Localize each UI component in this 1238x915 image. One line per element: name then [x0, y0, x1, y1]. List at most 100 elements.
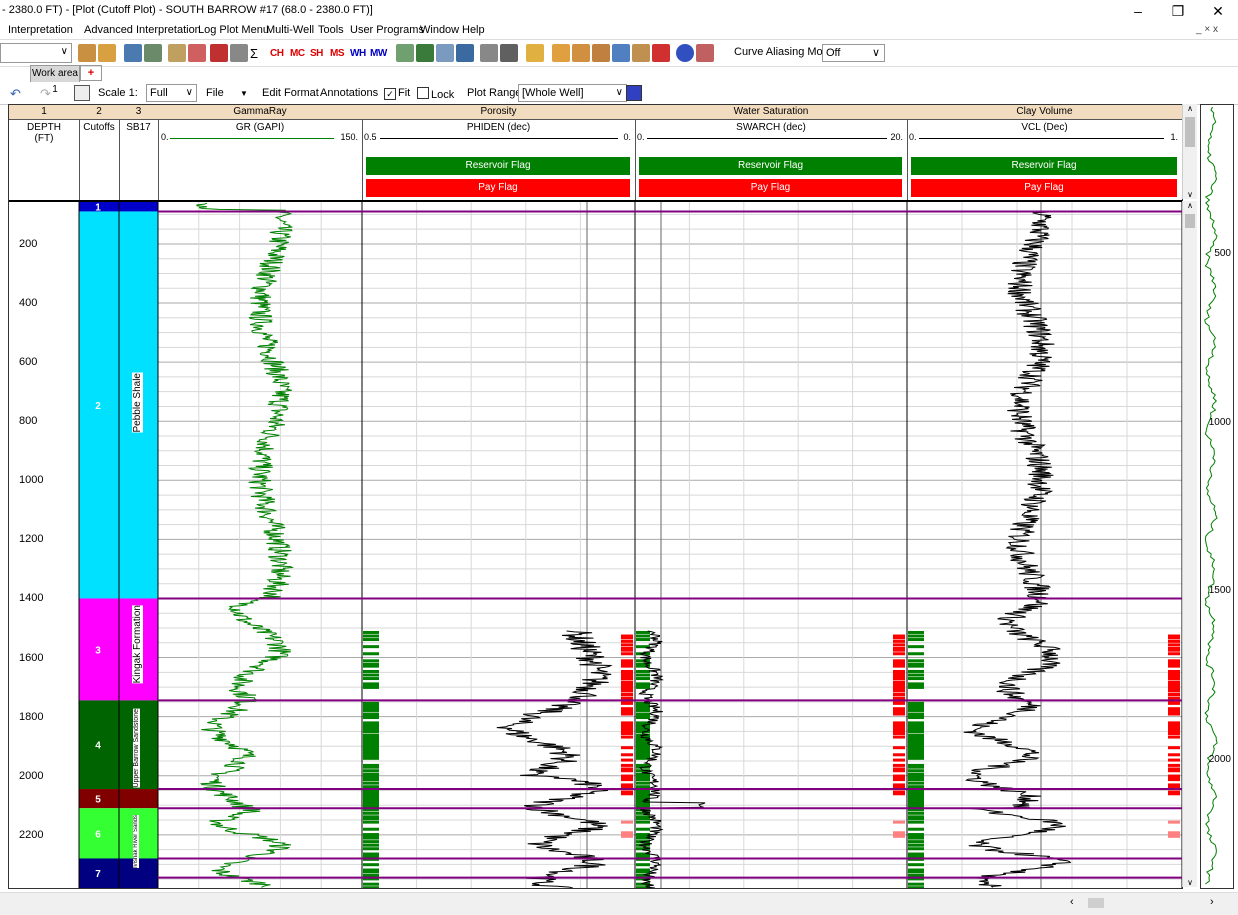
- grid-select-icon[interactable]: [626, 85, 642, 101]
- chevron-up-icon[interactable]: ∧: [1183, 201, 1197, 210]
- gr-header[interactable]: GR (GAPI) 0. 150.: [158, 119, 363, 200]
- overview-depth-label: 1000: [1208, 416, 1231, 428]
- plot-range-select[interactable]: [Whole Well] ∨: [518, 84, 627, 102]
- well-selector[interactable]: ∨: [0, 43, 72, 63]
- tools-icon[interactable]: [696, 44, 714, 62]
- minimize-button[interactable]: –: [1118, 0, 1158, 22]
- pay-flag-mark: [1168, 746, 1180, 750]
- reservoir-flag-mark: [363, 638, 379, 642]
- marker-icon[interactable]: [210, 44, 228, 62]
- menu-user-programs[interactable]: User Programs: [350, 24, 424, 36]
- scroll-right-icon[interactable]: ›: [1210, 896, 1214, 908]
- wh-button[interactable]: WH: [350, 48, 366, 59]
- reservoir-flag-mark: [363, 708, 379, 712]
- print-icon[interactable]: [74, 85, 90, 101]
- globe-icon[interactable]: [676, 44, 694, 62]
- mdi-controls[interactable]: _ × x: [1196, 24, 1218, 35]
- crossplot-icon[interactable]: [124, 44, 142, 62]
- table2-icon[interactable]: [500, 44, 518, 62]
- delete-icon[interactable]: [652, 44, 670, 62]
- chevron-down-icon[interactable]: ∨: [1183, 190, 1197, 199]
- sh-button[interactable]: SH: [310, 48, 323, 59]
- annotations-button[interactable]: Annotations: [320, 87, 378, 99]
- menu-window[interactable]: Window: [420, 24, 459, 36]
- file-menu[interactable]: File: [206, 87, 224, 99]
- folder-person-icon[interactable]: [98, 44, 116, 62]
- water-saturation-header[interactable]: SWARCH (dec) 0. 20. Reservoir Flag Pay F…: [635, 119, 908, 200]
- add-tab-button[interactable]: +: [80, 65, 102, 81]
- reservoir-flag-mark: [636, 778, 650, 782]
- log-tracks-icon[interactable]: [168, 44, 186, 62]
- chevron-up-icon[interactable]: ∧: [1183, 104, 1197, 113]
- arrow-icon[interactable]: [480, 44, 498, 62]
- pay-flag-mark: [893, 701, 905, 705]
- menu-advanced-interpretation[interactable]: Advanced Interpretation: [84, 24, 201, 36]
- reservoir-flag-mark: [363, 630, 379, 634]
- table-icon[interactable]: [230, 44, 248, 62]
- ms-button[interactable]: MS: [330, 48, 345, 59]
- menu-interpretation[interactable]: Interpretation: [8, 24, 73, 36]
- pay-flag-mark: [621, 732, 633, 736]
- gr-min: 0.: [161, 132, 169, 142]
- folder-up-icon[interactable]: [572, 44, 590, 62]
- plot-scrollbar[interactable]: ∧ ∨: [1182, 201, 1197, 887]
- print-icon[interactable]: [632, 44, 650, 62]
- folder-edit-icon[interactable]: [592, 44, 610, 62]
- reservoir-flag-bar: Reservoir Flag: [366, 157, 630, 175]
- clay-volume-header[interactable]: VCL (Dec) 0. 1. Reservoir Flag Pay Flag: [907, 119, 1182, 200]
- histogram-icon[interactable]: [144, 44, 162, 62]
- pay-flag-mark: [1168, 712, 1180, 716]
- col-num-1: 1: [9, 105, 80, 120]
- curve-aliasing-select[interactable]: Off ∨: [822, 44, 885, 62]
- reservoir-flag-mark: [636, 669, 650, 673]
- restore-button[interactable]: ❐: [1158, 0, 1198, 22]
- chevron-down-icon[interactable]: ∨: [1183, 878, 1197, 887]
- tab-work-area-1[interactable]: Work area 1: [30, 65, 80, 95]
- vsh-icon[interactable]: [396, 44, 414, 62]
- ch-button[interactable]: CH: [270, 48, 284, 59]
- zone-icon[interactable]: [436, 44, 454, 62]
- scroll-thumb[interactable]: [1185, 117, 1195, 147]
- scale-select[interactable]: Full ∨: [146, 84, 197, 102]
- pay-flag-mark: [893, 677, 905, 681]
- scroll-thumb[interactable]: [1185, 214, 1195, 228]
- redo-icon[interactable]: ↷: [40, 86, 51, 102]
- reservoir-flag-mark: [908, 769, 924, 773]
- scroll-left-icon[interactable]: ‹: [1070, 896, 1074, 908]
- report-icon[interactable]: [456, 44, 474, 62]
- pay-flag-mark: [893, 732, 905, 736]
- gr-curve: [196, 202, 294, 888]
- reservoir-flag-mark: [363, 756, 379, 760]
- log-tracks[interactable]: 1234567: [9, 202, 1182, 888]
- triangle-down-icon[interactable]: ▼: [240, 89, 248, 98]
- close-button[interactable]: ✕: [1198, 0, 1238, 22]
- pay-flag-mark: [621, 735, 633, 739]
- save-icon[interactable]: [612, 44, 630, 62]
- reservoir-flag-mark: [363, 886, 379, 888]
- vcl-curve-name: VCL (Dec): [1021, 122, 1068, 133]
- fit-checkbox[interactable]: ✓ Fit: [384, 87, 410, 100]
- header-scrollbar[interactable]: ∧ ∨: [1182, 104, 1197, 199]
- overview-track[interactable]: 500 1000 1500 2000: [1200, 104, 1234, 889]
- edit-curve-icon[interactable]: [188, 44, 206, 62]
- folder-icon[interactable]: [552, 44, 570, 62]
- chevron-down-icon: ∨: [185, 87, 193, 98]
- pay-flag-mark: [893, 689, 905, 693]
- horizontal-scroll-thumb[interactable]: [1088, 898, 1104, 908]
- mc-button[interactable]: MC: [290, 48, 305, 59]
- overview-depth-label: 1500: [1208, 585, 1231, 597]
- undo-icon[interactable]: ↶: [10, 86, 21, 102]
- edit-format-button[interactable]: Edit Format: [262, 87, 319, 99]
- open-folder-icon[interactable]: [526, 44, 544, 62]
- menu-multi-well[interactable]: Multi-Well: [266, 24, 314, 36]
- mw-button[interactable]: MW: [370, 48, 387, 59]
- menu-log-plot[interactable]: Log Plot Menu: [198, 24, 269, 36]
- sigma-icon[interactable]: Σ: [250, 46, 258, 61]
- menu-tools[interactable]: Tools: [318, 24, 344, 36]
- menu-help[interactable]: Help: [462, 24, 485, 36]
- lock-checkbox[interactable]: Lock: [417, 87, 454, 101]
- grid-icon[interactable]: [416, 44, 434, 62]
- reservoir-flag-mark: [908, 730, 924, 734]
- person-icon[interactable]: [78, 44, 96, 62]
- porosity-header[interactable]: PHIDEN (dec) 0.5 0. Reservoir Flag Pay F…: [362, 119, 636, 200]
